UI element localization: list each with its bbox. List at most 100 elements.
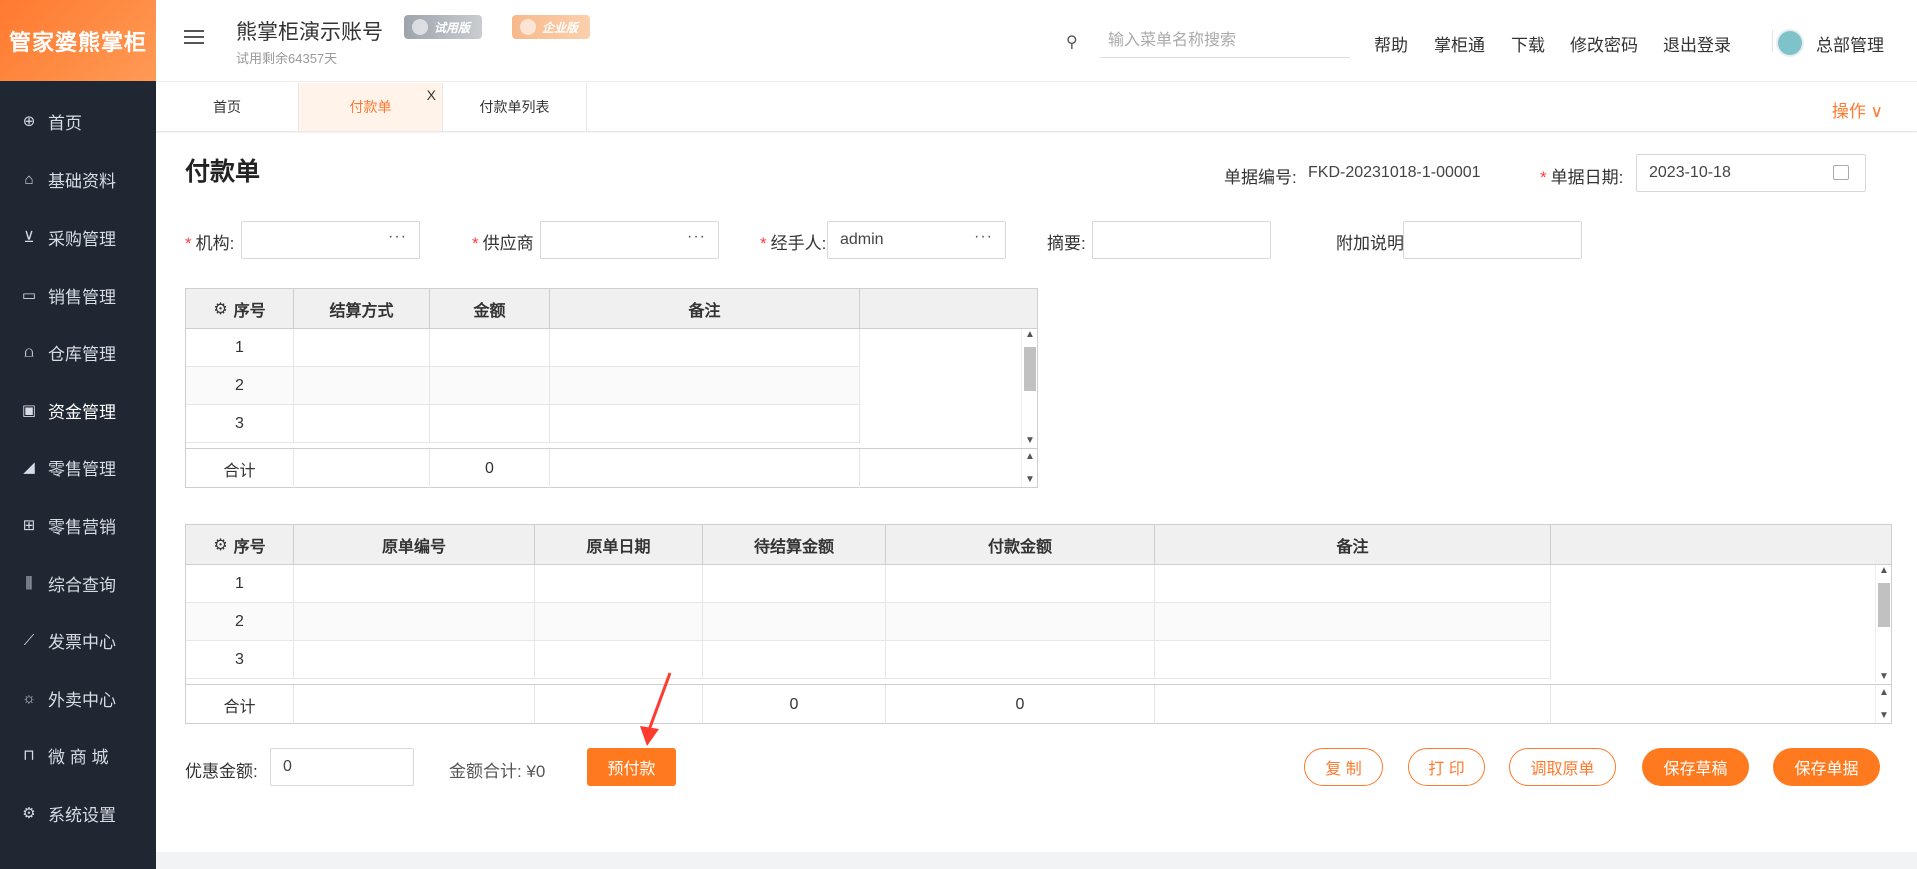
enterprise-badge: 企业版 — [512, 15, 591, 39]
scroll-thumb[interactable] — [1024, 347, 1036, 391]
row-cell[interactable] — [294, 367, 430, 405]
sidebar-item-retail[interactable]: ◢ 零售管理 — [0, 438, 156, 496]
row-cell[interactable] — [1155, 641, 1551, 679]
sidebar-item-sales[interactable]: ▭ 销售管理 — [0, 266, 156, 324]
row-cell[interactable] — [703, 603, 886, 641]
row-cell[interactable] — [703, 565, 886, 603]
user-name[interactable]: 总部管理 — [1816, 31, 1884, 56]
row-cell[interactable] — [294, 565, 535, 603]
row-cell[interactable] — [430, 405, 550, 443]
row-cell[interactable] — [550, 405, 860, 443]
summary-field[interactable] — [1092, 221, 1271, 259]
sidebar-item-query[interactable]: ⫼ 综合查询 — [0, 554, 156, 612]
sidebar-item-mall[interactable]: ⊓ 微 商 城 — [0, 726, 156, 784]
table-row[interactable]: 2 — [186, 367, 860, 405]
tab-payment-list[interactable]: 付款单列表 — [443, 83, 587, 131]
col-seq[interactable]: ⚙ 序号 — [186, 289, 294, 329]
scroll-down-icon[interactable]: ▼ — [1879, 710, 1889, 721]
row-cell[interactable] — [886, 603, 1155, 641]
row-cell[interactable] — [430, 367, 550, 405]
row-cell[interactable] — [294, 603, 535, 641]
sum-scrollbar[interactable]: ▲ ▼ — [1021, 449, 1037, 487]
close-icon[interactable]: X — [427, 87, 436, 103]
row-cell[interactable] — [430, 329, 550, 367]
sidebar-item-purchase[interactable]: ⊻ 采购管理 — [0, 208, 156, 266]
scroll-up-icon[interactable]: ▲ — [1025, 329, 1035, 340]
gear-icon[interactable]: ⚙ — [213, 535, 227, 555]
col-settle-method: 结算方式 — [294, 289, 430, 329]
sidebar-item-marketing[interactable]: ⊞ 零售营销 — [0, 496, 156, 554]
handler-label: * 经手人: — [760, 229, 826, 254]
sidebar-item-basic-data[interactable]: ⌂ 基础资料 — [0, 150, 156, 208]
row-cell[interactable] — [703, 641, 886, 679]
scroll-up-icon[interactable]: ▲ — [1879, 687, 1889, 698]
row-cell[interactable] — [886, 641, 1155, 679]
table-scrollbar[interactable]: ▲ ▼ — [1021, 329, 1037, 446]
tab-home[interactable]: 首页 — [156, 83, 299, 131]
operations-dropdown[interactable]: 操作 ∨ — [1832, 97, 1883, 122]
table-row[interactable]: 3 — [186, 641, 1551, 679]
org-field[interactable]: ··· — [241, 221, 420, 259]
prepay-button[interactable]: 预付款 — [587, 748, 676, 786]
logout-link[interactable]: 退出登录 — [1663, 31, 1731, 56]
download-link[interactable]: 下载 — [1511, 31, 1545, 56]
print-button[interactable]: 打 印 — [1408, 748, 1485, 786]
more-icon[interactable]: ··· — [974, 228, 993, 246]
supplier-field[interactable]: ··· — [540, 221, 719, 259]
row-cell[interactable] — [886, 565, 1155, 603]
row-cell[interactable] — [294, 641, 535, 679]
calendar-icon[interactable] — [1833, 165, 1849, 180]
scroll-down-icon[interactable]: ▼ — [1879, 671, 1889, 682]
sidebar-item-warehouse[interactable]: ⩍ 仓库管理 — [0, 323, 156, 381]
sidebar-item-settings[interactable]: ⚙ 系统设置 — [0, 784, 156, 842]
gear-icon: ⚙ — [22, 805, 36, 822]
menu-toggle-icon[interactable] — [184, 30, 204, 48]
sidebar-item-invoice[interactable]: ⟋ 发票中心 — [0, 611, 156, 669]
help-link[interactable]: 帮助 — [1374, 31, 1408, 56]
remark-field[interactable] — [1403, 221, 1582, 259]
row-cell[interactable] — [294, 405, 430, 443]
save-draft-button[interactable]: 保存草稿 — [1642, 748, 1749, 786]
sidebar-item-finance[interactable]: ▣ 资金管理 — [0, 381, 156, 439]
row-cell[interactable] — [535, 641, 703, 679]
change-password-link[interactable]: 修改密码 — [1570, 31, 1638, 56]
more-icon[interactable]: ··· — [687, 228, 706, 246]
save-document-button[interactable]: 保存单据 — [1773, 748, 1880, 786]
scroll-thumb[interactable] — [1878, 583, 1890, 627]
table-row[interactable]: 2 — [186, 603, 1551, 641]
table-row[interactable]: 1 — [186, 565, 1551, 603]
scroll-up-icon[interactable]: ▲ — [1879, 565, 1889, 576]
fetch-source-button[interactable]: 调取原单 — [1509, 748, 1616, 786]
row-cell[interactable] — [535, 603, 703, 641]
row-seq: 2 — [186, 603, 294, 641]
search-icon[interactable]: ⚲ — [1066, 32, 1078, 52]
sum-scrollbar[interactable]: ▲ ▼ — [1875, 685, 1891, 723]
row-cell[interactable] — [1155, 603, 1551, 641]
sidebar-item-home[interactable]: ⊕ 首页 — [0, 92, 156, 150]
scroll-down-icon[interactable]: ▼ — [1025, 474, 1035, 485]
avatar[interactable] — [1776, 29, 1804, 57]
table-row[interactable]: 3 — [186, 405, 860, 443]
handler-field[interactable]: admin ··· — [827, 221, 1006, 259]
col-pending-amount: 待结算金额 — [703, 525, 886, 565]
table-scrollbar[interactable]: ▲ ▼ — [1875, 565, 1891, 682]
gear-icon[interactable]: ⚙ — [213, 299, 227, 319]
sidebar-item-delivery[interactable]: ☼ 外卖中心 — [0, 669, 156, 727]
doc-date-label: * 单据日期: — [1540, 163, 1623, 188]
copy-button[interactable]: 复 制 — [1304, 748, 1383, 786]
row-cell[interactable] — [294, 329, 430, 367]
row-cell[interactable] — [535, 565, 703, 603]
more-icon[interactable]: ··· — [388, 228, 407, 246]
doc-date-field[interactable]: 2023-10-18 — [1636, 154, 1866, 192]
row-cell[interactable] — [550, 329, 860, 367]
scroll-down-icon[interactable]: ▼ — [1025, 435, 1035, 446]
table-row[interactable]: 1 — [186, 329, 860, 367]
scroll-up-icon[interactable]: ▲ — [1025, 451, 1035, 462]
tab-payment[interactable]: 付款单 X — [299, 83, 443, 131]
search-input[interactable] — [1100, 26, 1350, 56]
row-cell[interactable] — [1155, 565, 1551, 603]
col-seq[interactable]: ⚙ 序号 — [186, 525, 294, 565]
zhanggui-link[interactable]: 掌柜通 — [1434, 31, 1485, 56]
row-cell[interactable] — [550, 367, 860, 405]
discount-field[interactable]: 0 — [270, 748, 414, 786]
